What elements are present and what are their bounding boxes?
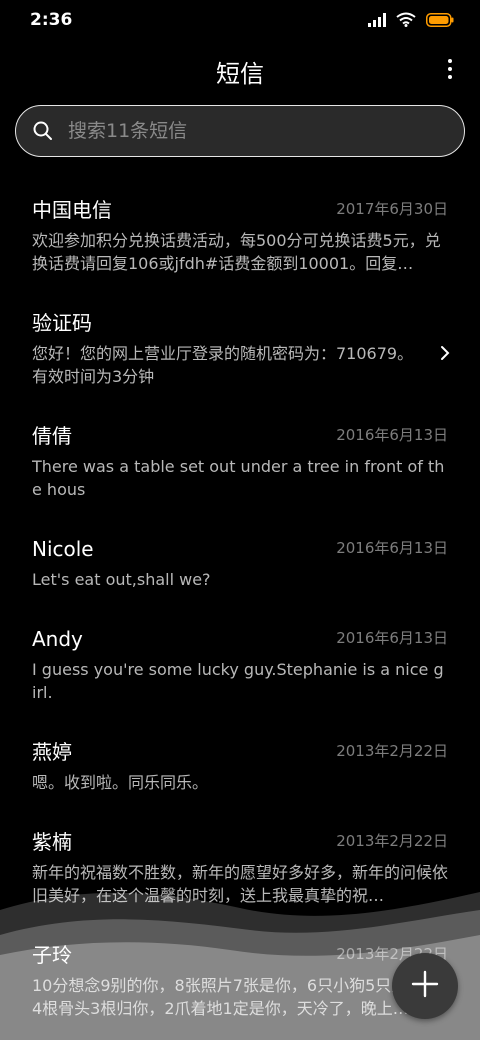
message-item-qianqian[interactable]: 倩倩 2016年6月13日 There was a table set out …: [0, 406, 480, 519]
search-input[interactable]: [68, 106, 448, 156]
chevron-right-icon: [440, 345, 450, 365]
message-sender: 验证码: [32, 311, 92, 335]
wifi-icon: [396, 12, 416, 27]
message-item-verification-code[interactable]: 验证码 您好！您的网上营业厅登录的随机密码为：710679。有效时间为3分钟: [0, 293, 480, 406]
search-icon: [32, 120, 54, 146]
status-time: 2:36: [30, 10, 73, 30]
new-message-button[interactable]: [392, 953, 458, 1019]
message-list: 中国电信 2017年6月30日 欢迎参加积分兑换话费活动，每500分可兑换话费5…: [0, 180, 480, 1038]
message-preview: There was a table set out under a tree i…: [32, 457, 445, 499]
message-preview: I guess you're some lucky guy.Stephanie …: [32, 660, 444, 702]
more-options-button[interactable]: [444, 56, 456, 84]
more-vertical-icon: [448, 59, 452, 63]
message-preview: 欢迎参加积分兑换话费活动，每500分可兑换话费5元，兑换话费请回复106或jfd…: [32, 231, 441, 273]
status-bar: 2:36: [0, 0, 480, 44]
message-preview: 您好！您的网上营业厅登录的随机密码为：710679。有效时间为3分钟: [32, 344, 414, 386]
message-preview: 10分想念9别的你，8张照片7张是你，6只小狗5只是你，4根骨头3根归你，2爪着…: [32, 976, 440, 1018]
message-item-nicole[interactable]: Nicole 2016年6月13日 Let's eat out,shall we…: [0, 519, 480, 609]
message-preview: 新年的祝福数不胜数，新年的愿望好多好多，新年的问候依旧美好，在这个温馨的时刻，送…: [32, 863, 448, 905]
message-item-china-telecom[interactable]: 中国电信 2017年6月30日 欢迎参加积分兑换话费活动，每500分可兑换话费5…: [0, 180, 480, 293]
message-date: 2016年6月13日: [336, 629, 448, 647]
battery-icon: [426, 12, 454, 27]
message-date: 2017年6月30日: [336, 200, 448, 218]
page-title: 短信: [216, 60, 264, 88]
message-item-andy[interactable]: Andy 2016年6月13日 I guess you're some luck…: [0, 609, 480, 722]
message-preview: 嗯。收到啦。同乐同乐。: [32, 773, 209, 792]
message-date: 2013年2月22日: [336, 832, 448, 850]
signal-icon: [368, 12, 386, 27]
message-preview: Let's eat out,shall we?: [32, 570, 211, 589]
search-bar[interactable]: [15, 105, 465, 157]
message-item-yanting[interactable]: 燕婷 2013年2月22日 嗯。收到啦。同乐同乐。: [0, 722, 480, 812]
plus-icon: [410, 969, 440, 1003]
message-item-zinan[interactable]: 紫楠 2013年2月22日 新年的祝福数不胜数，新年的愿望好多好多，新年的问候依…: [0, 812, 480, 925]
message-date: 2016年6月13日: [336, 426, 448, 444]
status-icons: [368, 12, 454, 27]
message-date: 2013年2月22日: [336, 742, 448, 760]
message-date: 2016年6月13日: [336, 539, 448, 557]
header: 短信: [0, 44, 480, 96]
